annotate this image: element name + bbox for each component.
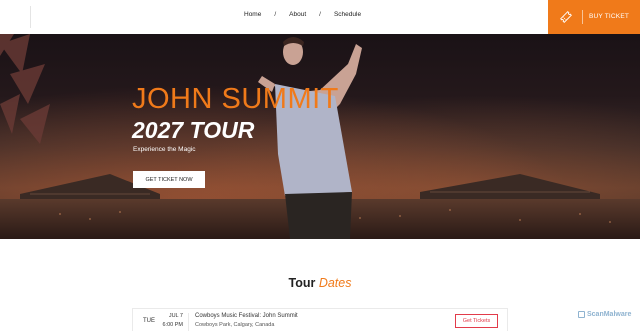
event-time: 6:00 PM bbox=[162, 322, 183, 328]
tour-heading-main: Tour bbox=[288, 276, 316, 290]
hero-tagline: Experience the Magic bbox=[133, 146, 196, 153]
hero-banner: JOHN SUMMIT 2027 TOUR Experience the Mag… bbox=[0, 34, 640, 239]
event-name: Cowboys Music Festival: John Summit bbox=[195, 313, 298, 319]
hero-subtitle: 2027 TOUR bbox=[132, 117, 255, 143]
get-tickets-button[interactable]: Get Tickets bbox=[455, 314, 498, 328]
hero-title: JOHN SUMMIT bbox=[132, 83, 339, 115]
nav-separator: / bbox=[274, 11, 277, 18]
buy-ticket-label: BUY TICKET bbox=[589, 13, 630, 20]
tour-dates-heading: Tour Dates bbox=[0, 276, 640, 290]
nav-schedule-link[interactable]: Schedule bbox=[334, 11, 361, 18]
get-ticket-now-button[interactable]: GET TICKET NOW bbox=[133, 171, 205, 188]
hero-photo bbox=[0, 34, 640, 239]
watermark-text: ScanMalware bbox=[587, 311, 632, 318]
watermark: ScanMalware bbox=[578, 311, 631, 318]
tour-heading-accent: Dates bbox=[318, 276, 352, 290]
tour-event-row: TUE JUL 7 6:00 PM Cowboys Music Festival… bbox=[132, 308, 508, 331]
ticket-icon bbox=[559, 10, 573, 24]
event-divider bbox=[188, 313, 189, 331]
header-divider bbox=[30, 6, 31, 28]
nav-about-link[interactable]: About bbox=[289, 11, 306, 18]
event-date: JUL 7 bbox=[168, 313, 183, 319]
site-header: Home / About / Schedule BUY TICKET bbox=[0, 0, 640, 34]
watermark-icon bbox=[578, 311, 585, 318]
main-nav: Home / About / Schedule bbox=[244, 11, 361, 18]
buy-ticket-button[interactable]: BUY TICKET bbox=[548, 0, 640, 34]
event-day: TUE bbox=[143, 318, 155, 324]
event-venue: Cowboys Park, Calgary, Canada bbox=[195, 322, 275, 328]
nav-home-link[interactable]: Home bbox=[244, 11, 261, 18]
button-divider bbox=[582, 10, 583, 24]
nav-separator: / bbox=[319, 11, 321, 18]
